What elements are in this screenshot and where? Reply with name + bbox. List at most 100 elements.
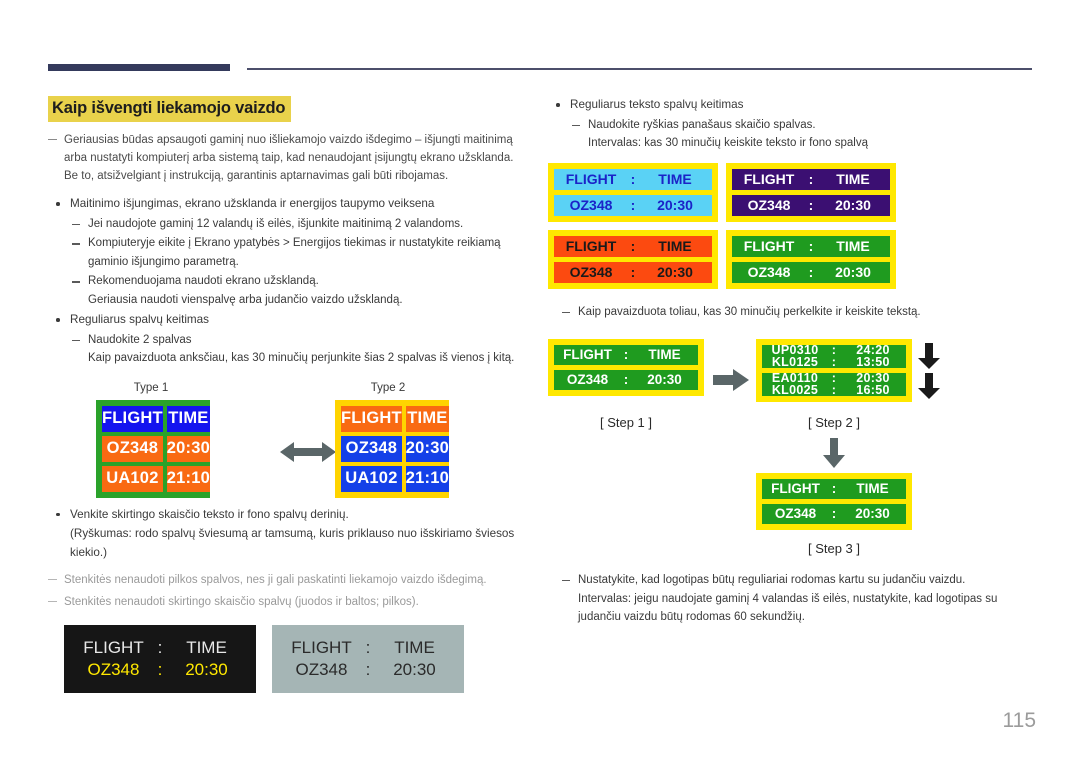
panel-separator: : bbox=[157, 637, 163, 657]
panel-value-flight: OZ348 bbox=[295, 659, 348, 679]
color-panel-purple: FLIGHT : TIME OZ348 : 20:30 bbox=[726, 162, 896, 222]
panel-separator: : bbox=[808, 237, 814, 254]
color-panel-green: FLIGHT : TIME OZ348 : 20:30 bbox=[726, 229, 896, 289]
panel-header-row: FLIGHT : TIME bbox=[554, 345, 698, 366]
intro-note: Geriausias būdas apsaugoti gaminį nuo iš… bbox=[48, 131, 528, 185]
scroll-flight: KL0125 bbox=[771, 355, 819, 369]
list-item: Kaip pavaizduota toliau, kas 30 minučių … bbox=[560, 303, 1038, 321]
panel-header-flight: FLIGHT bbox=[565, 170, 617, 187]
color-combination-grid: FLIGHT : TIME OZ348 : 20:30 FLIGHT : TIM… bbox=[548, 162, 1038, 289]
panel-value-time: 20:30 bbox=[657, 196, 693, 213]
board-cell-flight: OZ348 bbox=[102, 435, 163, 462]
panel-header-time: TIME bbox=[658, 170, 692, 187]
board-cell-flight: UA102 bbox=[341, 465, 402, 492]
left-column: Kaip išvengti liekamojo vaizdo Geriausia… bbox=[48, 96, 528, 693]
panel-value-flight: OZ348 bbox=[569, 196, 613, 213]
panel-value-time: 20:30 bbox=[835, 263, 871, 280]
board-cell-time: 20:30 bbox=[166, 435, 210, 462]
board-header-flight: FLIGHT bbox=[102, 405, 163, 432]
panel-separator: : bbox=[365, 637, 371, 657]
type1-label: Type 1 bbox=[133, 381, 169, 394]
panel-header-row: FLIGHT : TIME bbox=[554, 168, 712, 190]
panel-header-flight: FLIGHT bbox=[771, 481, 820, 497]
panel-separator: : bbox=[831, 481, 837, 497]
gray-note-2: Stenkitės nenaudoti skirtingo skaisčio s… bbox=[48, 593, 528, 611]
bullet-power-label: Maitinimo išjungimas, ekrano užsklanda i… bbox=[70, 197, 435, 211]
manual-page: Kaip išvengti liekamojo vaizdo Geriausia… bbox=[0, 0, 1080, 763]
final-note-list: Nustatykite, kad logotipas būtų reguliar… bbox=[560, 571, 1038, 626]
panel-value-row: OZ348 : 20:30 bbox=[554, 370, 698, 391]
panel-value-time: 20:30 bbox=[657, 263, 693, 280]
bullet-color-change-label: Reguliarus spalvų keitimas bbox=[70, 313, 210, 326]
list-item-label: Rekomenduojama naudoti ekrano užsklandą. bbox=[88, 275, 319, 288]
bullet-list-contrast: Venkite skirtingo skaisčio teksto ir fon… bbox=[48, 506, 528, 563]
panel-value-row: OZ348 : 20:30 bbox=[732, 261, 890, 283]
arrow-down-icon bbox=[918, 343, 940, 370]
sub-list-color-change: Naudokite 2 spalvas Kaip pavaizduota ank… bbox=[70, 331, 528, 368]
panel-value-row: OZ348 : 20:30 bbox=[732, 194, 890, 216]
panel-separator: : bbox=[630, 196, 636, 213]
panel-header-time: TIME bbox=[836, 237, 870, 254]
page-title: Kaip išvengti liekamojo vaizdo bbox=[48, 96, 292, 122]
board-header-time: TIME bbox=[166, 405, 210, 432]
type2-label: Type 2 bbox=[370, 381, 406, 394]
list-item: Rekomenduojama naudoti ekrano užsklandą.… bbox=[70, 272, 528, 309]
panel-header-time: TIME bbox=[394, 637, 435, 657]
panel-value-row: OZ348 : 20:30 bbox=[762, 504, 906, 525]
panel-separator: : bbox=[831, 506, 837, 522]
step2-panel: UP0310 : 24:20 KL0125 : 13:50 EA0110 : 2… bbox=[756, 339, 912, 403]
bullet-list-power: Maitinimo išjungimas, ekrano užsklanda i… bbox=[48, 195, 528, 368]
panel-value-row: OZ348 : 20:30 bbox=[282, 660, 454, 680]
step1-panel: FLIGHT : TIME OZ348 : 20:30 bbox=[548, 339, 704, 397]
flight-board-type1: FLIGHT TIME OZ348 20:30 UA102 21:10 bbox=[96, 399, 210, 498]
bidirectional-arrow-icon bbox=[280, 441, 336, 462]
bullet-color-change-title: Reguliarus spalvų keitimas Naudokite 2 s… bbox=[48, 311, 528, 368]
list-item-subtext: Geriausia naudoti vienspalvę arba judanč… bbox=[88, 293, 403, 306]
panel-header-row: FLIGHT : TIME bbox=[732, 235, 890, 257]
panel-value-time: 20:30 bbox=[855, 506, 890, 522]
panel-separator: : bbox=[623, 372, 629, 388]
bullet-power-title: Maitinimo išjungimas, ekrano užsklanda i… bbox=[48, 195, 528, 309]
page-number: 115 bbox=[1002, 709, 1036, 732]
panel-value-flight: OZ348 bbox=[774, 506, 817, 522]
panel-separator: : bbox=[623, 347, 629, 363]
list-item-label: Nustatykite, kad logotipas būtų reguliar… bbox=[578, 574, 966, 587]
board-cell-flight: UA102 bbox=[102, 465, 163, 492]
list-item-label: Naudokite 2 spalvas bbox=[88, 333, 192, 346]
list-item-subtext: Intervalas: jeigu naudojate gaminį 4 val… bbox=[578, 592, 998, 623]
board-cell-time: 20:30 bbox=[405, 435, 449, 462]
list-item: Nustatykite, kad logotipas būtų reguliar… bbox=[560, 571, 1038, 626]
panel-value-time: 20:30 bbox=[185, 659, 228, 679]
arrow-down-icon bbox=[823, 438, 845, 469]
panel-value-flight: OZ348 bbox=[566, 372, 609, 388]
contrast-examples: FLIGHT : TIME OZ348 : 20:30 FLIGHT : TIM… bbox=[64, 624, 528, 693]
panel-header-flight: FLIGHT bbox=[563, 347, 612, 363]
arrow-down-icon bbox=[918, 373, 940, 400]
header-accent-bar bbox=[48, 64, 230, 71]
panel-header-flight: FLIGHT bbox=[565, 237, 617, 254]
board-cell-flight: OZ348 bbox=[341, 435, 402, 462]
panel-separator: : bbox=[831, 383, 837, 397]
bullet-contrast-label: Venkite skirtingo skaisčio teksto ir fon… bbox=[70, 507, 349, 521]
panel-separator: : bbox=[630, 263, 636, 280]
scroll-flight: KL0025 bbox=[771, 383, 819, 397]
list-item: Kompiuteryje eikite į Ekrano ypatybės > … bbox=[70, 234, 528, 271]
panel-value-flight: OZ348 bbox=[569, 263, 613, 280]
header-rule bbox=[247, 68, 1032, 70]
panel-scroll-row-bottom: EA0110 : 20:30 KL0025 : 16:50 bbox=[762, 373, 906, 397]
step1-caption: [ Step 1 ] bbox=[599, 415, 653, 431]
bullet-contrast: Venkite skirtingo skaisčio teksto ir fon… bbox=[48, 506, 528, 563]
panel-header-row: FLIGHT : TIME bbox=[282, 638, 454, 658]
list-item-subtext: Intervalas: kas 30 minučių keiskite teks… bbox=[588, 137, 868, 150]
panel-header-time: TIME bbox=[186, 637, 227, 657]
step2-caption: [ Step 2 ] bbox=[807, 415, 861, 431]
list-item: Jei naudojote gaminį 12 valandų iš eilės… bbox=[70, 215, 528, 233]
scroll-time: 13:50 bbox=[856, 355, 890, 369]
panel-separator: : bbox=[630, 237, 636, 254]
bullet-text-color-label: Reguliarus teksto spalvų keitimas bbox=[570, 98, 744, 111]
board-header-flight: FLIGHT bbox=[341, 405, 402, 432]
panel-value-row: OZ348 : 20:30 bbox=[554, 261, 712, 283]
panel-header-flight: FLIGHT bbox=[743, 237, 795, 254]
panel-scroll-row-top: UP0310 : 24:20 KL0125 : 13:50 bbox=[762, 345, 906, 369]
color-panel-orange: FLIGHT : TIME OZ348 : 20:30 bbox=[548, 229, 718, 289]
